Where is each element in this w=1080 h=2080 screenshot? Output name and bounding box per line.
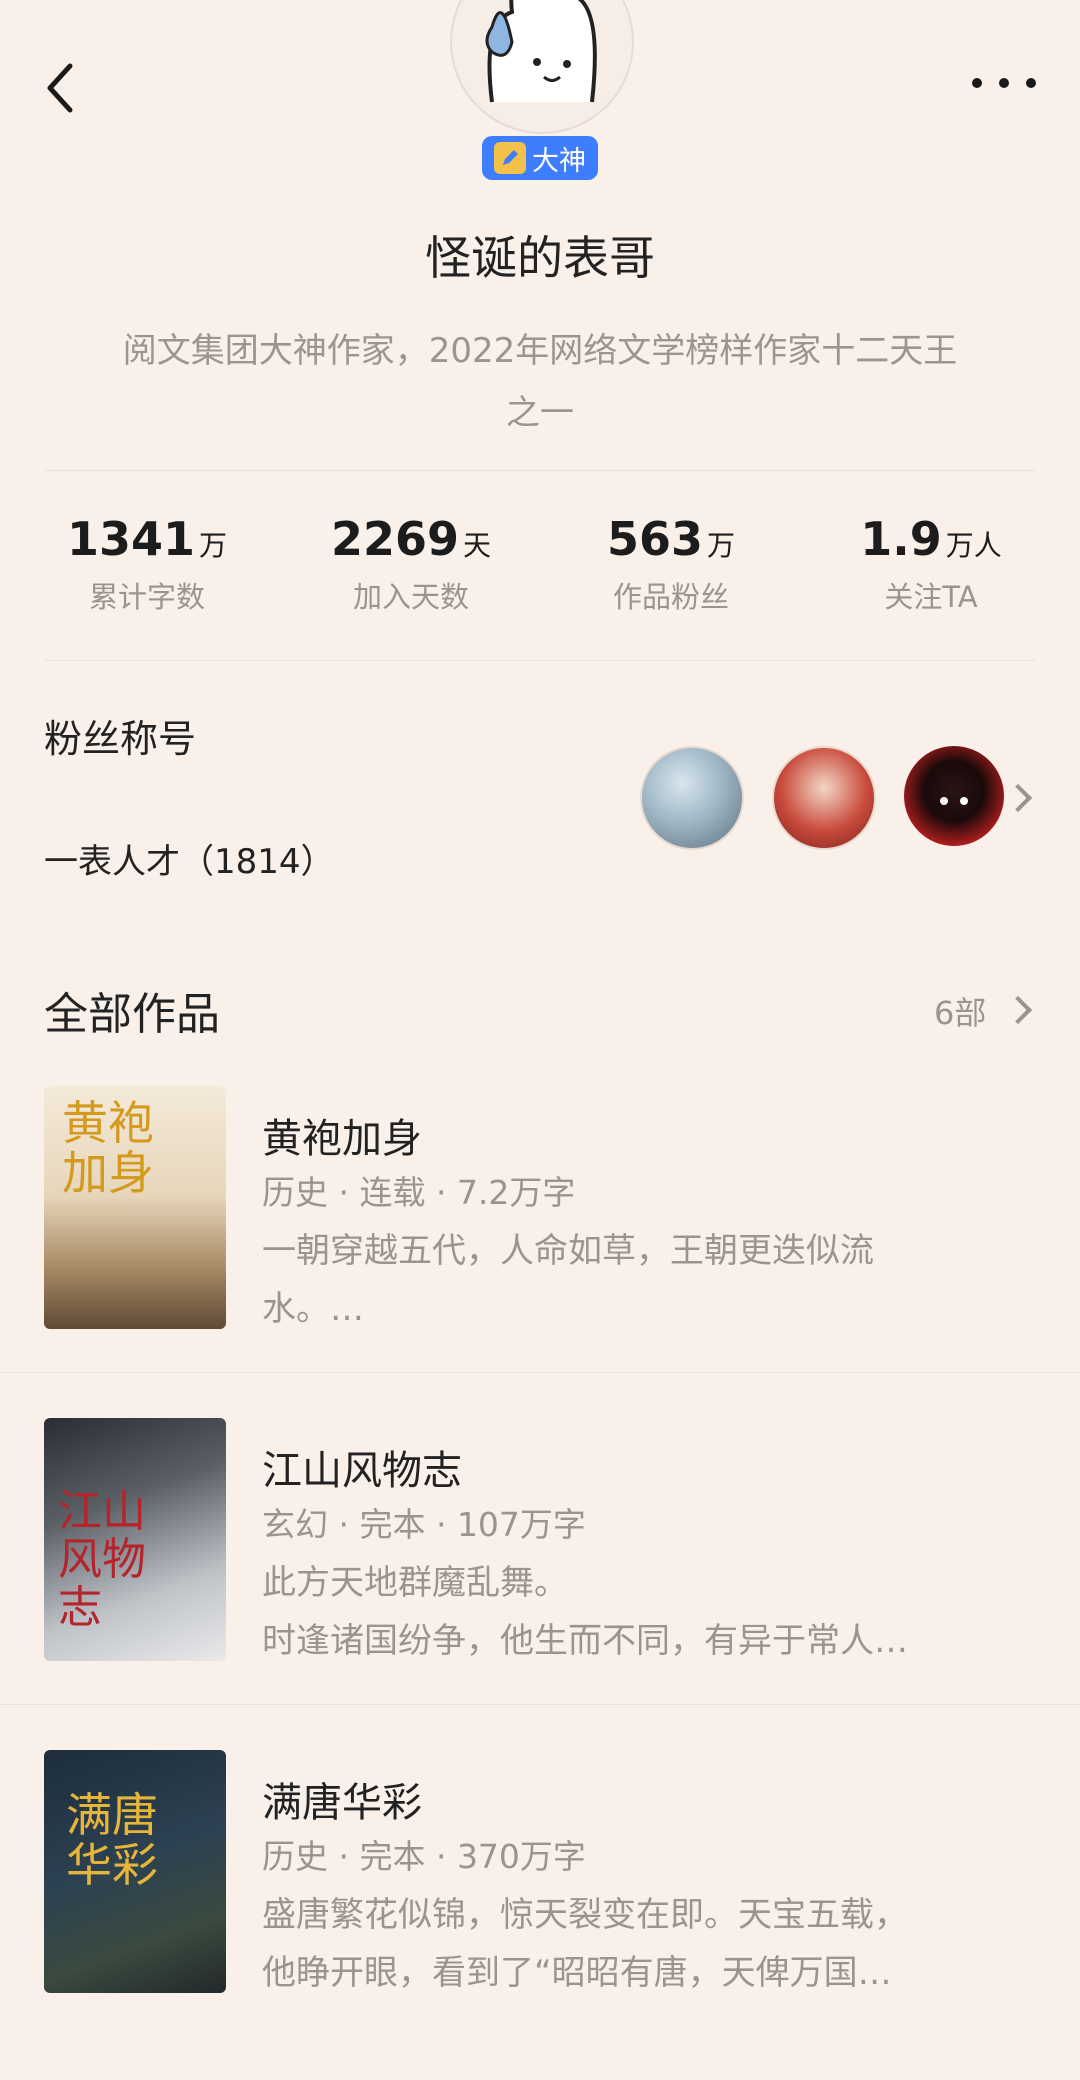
stat-fans[interactable]: 563 万 作品粉丝 [536,512,806,616]
book-item[interactable]: 满唐华彩 满唐华彩 历史 · 完本 · 370万字 盛唐繁花似锦，惊天裂变在即。… [0,1750,1080,2080]
cover-title: 满唐华彩 [66,1788,158,1892]
stat-label: 累计字数 [88,580,205,614]
divider [44,660,1036,661]
more-dots-icon [972,78,982,88]
bio-line: 之一 [506,393,574,433]
stat-followers[interactable]: 1.9 万人 关注TA [796,512,1066,616]
book-title: 满唐华彩 [262,1780,422,1826]
chevron-right-icon[interactable] [1003,783,1033,813]
author-bio: 阅文集团大神作家，2022年网络文学榜样作家十二天王 之一 [50,320,1030,444]
book-item[interactable]: 黄袍加身 黄袍加身 历史 · 连载 · 7.2万字 一朝穿越五代，人命如草，王朝… [0,1086,1080,1416]
book-cover: 江山风物志 [44,1418,226,1661]
bio-line: 阅文集团大神作家，2022年网络文学榜样作家十二天王 [122,331,958,371]
book-description: 一朝穿越五代，人命如草，王朝更迭似流 水。… [262,1231,874,1329]
author-avatar[interactable] [450,0,634,134]
works-count-link[interactable]: 6部 [934,988,986,1034]
fan-title-value: 一表人才（1814） [44,842,335,882]
book-cover: 满唐华彩 [44,1750,226,1993]
book-item[interactable]: 江山风物志 江山风物志 玄幻 · 完本 · 107万字 此方天地群魔乱舞。 时逢… [0,1418,1080,1748]
book-meta: 历史 · 完本 · 370万字 [262,1837,586,1876]
divider [0,1704,1080,1705]
book-title: 江山风物志 [262,1448,462,1494]
cover-title: 黄袍加身 [62,1096,154,1200]
bear-avatar-icon [485,0,597,103]
pen-icon [494,142,526,174]
divider [44,470,1036,471]
book-description: 盛唐繁花似锦，惊天裂变在即。天宝五载， 他睁开眼，看到了“昭昭有唐，天俾万国… [262,1895,908,1993]
stat-word-count: 1341 万 累计字数 [12,512,282,616]
author-name: 怪诞的表哥 [425,231,655,285]
fan-avatar[interactable] [904,746,1004,846]
chevron-right-icon [1003,995,1033,1025]
stat-label: 加入天数 [352,580,469,614]
cover-title: 江山风物志 [58,1486,146,1633]
divider [0,1372,1080,1373]
stat-label: 关注TA [884,580,978,614]
book-cover: 黄袍加身 [44,1086,226,1329]
fan-avatar[interactable] [640,746,744,850]
more-button[interactable] [972,68,1036,98]
book-title: 黄袍加身 [262,1116,422,1162]
fan-avatar[interactable] [772,746,876,850]
book-meta: 历史 · 连载 · 7.2万字 [262,1173,576,1212]
great-god-badge: 大神 [482,136,598,180]
book-meta: 玄幻 · 完本 · 107万字 [262,1505,586,1544]
book-description: 此方天地群魔乱舞。 时逢诸国纷争，他生而不同，有异于常人… [262,1563,908,1661]
stat-label: 作品粉丝 [612,580,729,614]
back-button[interactable] [40,58,84,118]
stat-join-days: 2269 天 加入天数 [276,512,546,616]
works-heading: 全部作品 [44,989,220,1040]
badge-label: 大神 [532,145,586,177]
back-arrow-icon [47,63,73,113]
fan-title-heading: 粉丝称号 [44,717,197,761]
